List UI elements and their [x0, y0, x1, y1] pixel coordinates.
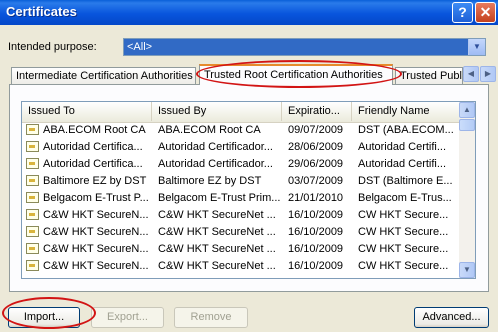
scroll-thumb[interactable] [459, 119, 475, 131]
certificate-icon [26, 175, 39, 186]
friendly-name-cell: Autoridad Certifi... [358, 141, 447, 153]
certificate-icon [26, 158, 39, 169]
friendly-name-cell: DST (Baltimore E... [358, 175, 453, 187]
expiration-cell: 29/06/2009 [288, 158, 344, 170]
expiration-cell: 16/10/2009 [288, 243, 344, 255]
friendly-name-cell: CW HKT Secure... [358, 226, 449, 238]
issued-to-cell: ABA.ECOM Root CA [43, 124, 146, 136]
column-friendly-name[interactable]: Friendly Name [352, 102, 460, 121]
expiration-cell: 09/07/2009 [288, 124, 344, 136]
highlight-oval-import [2, 297, 96, 329]
column-issued-to[interactable]: Issued To [22, 102, 152, 121]
scroll-up-button[interactable]: ▲ [459, 102, 475, 118]
expiration-cell: 16/10/2009 [288, 209, 344, 221]
expiration-cell: 21/01/2010 [288, 192, 344, 204]
vertical-scrollbar[interactable]: ▲ ▼ [459, 102, 475, 278]
tab-scroll-left-button[interactable]: ◀ [463, 66, 479, 82]
remove-button[interactable]: Remove [174, 307, 248, 328]
table-row[interactable]: Baltimore EZ by DST Baltimore EZ by DST … [22, 173, 460, 189]
issued-by-cell: Belgacom E-Trust Prim... [158, 192, 280, 204]
table-row[interactable]: C&W HKT SecureN... C&W HKT SecureNet ...… [22, 207, 460, 223]
highlight-oval-trusted-root [196, 60, 402, 88]
window-title: Certificates [6, 4, 77, 19]
issued-by-cell: Autoridad Certificador... [158, 141, 273, 153]
issued-to-cell: C&W HKT SecureN... [43, 243, 149, 255]
table-row[interactable]: ABA.ECOM Root CA ABA.ECOM Root CA 09/07/… [22, 122, 460, 138]
table-row[interactable]: Autoridad Certifica... Autoridad Certifi… [22, 156, 460, 172]
issued-to-cell: Belgacom E-Trust P... [43, 192, 149, 204]
intended-purpose-value: <All> [127, 41, 153, 53]
title-bar: Certificates ? ✕ [0, 0, 498, 25]
export-button[interactable]: Export... [91, 307, 164, 328]
tab-trusted-publishers[interactable]: Trusted Publishers [395, 67, 463, 85]
issued-by-cell: Autoridad Certificador... [158, 158, 273, 170]
certificate-icon [26, 141, 39, 152]
issued-by-cell: C&W HKT SecureNet ... [158, 243, 276, 255]
tab-intermediate-ca[interactable]: Intermediate Certification Authorities [11, 67, 196, 85]
table-row[interactable]: C&W HKT SecureN... C&W HKT SecureNet ...… [22, 258, 460, 274]
expiration-cell: 16/10/2009 [288, 226, 344, 238]
issued-to-cell: Baltimore EZ by DST [43, 175, 147, 187]
help-button[interactable]: ? [452, 2, 473, 23]
certificate-icon [26, 209, 39, 220]
friendly-name-cell: CW HKT Secure... [358, 243, 449, 255]
list-header: Issued To Issued By Expiratio... Friendl… [22, 102, 460, 123]
column-issued-by[interactable]: Issued By [152, 102, 282, 121]
tab-scroll-right-button[interactable]: ▶ [480, 66, 496, 82]
friendly-name-cell: CW HKT Secure... [358, 260, 449, 272]
certificate-icon [26, 124, 39, 135]
issued-by-cell: Baltimore EZ by DST [158, 175, 262, 187]
expiration-cell: 16/10/2009 [288, 260, 344, 272]
issued-to-cell: C&W HKT SecureN... [43, 226, 149, 238]
certificate-list[interactable]: Issued To Issued By Expiratio... Friendl… [21, 101, 476, 279]
column-expiration[interactable]: Expiratio... [282, 102, 352, 121]
issued-by-cell: C&W HKT SecureNet ... [158, 209, 276, 221]
scroll-down-button[interactable]: ▼ [459, 262, 475, 278]
table-row[interactable]: C&W HKT SecureN... C&W HKT SecureNet ...… [22, 224, 460, 240]
issued-to-cell: Autoridad Certifica... [43, 141, 143, 153]
friendly-name-cell: Autoridad Certifi... [358, 158, 447, 170]
expiration-cell: 03/07/2009 [288, 175, 344, 187]
issued-by-cell: ABA.ECOM Root CA [158, 124, 261, 136]
advanced-button[interactable]: Advanced... [414, 307, 489, 328]
issued-by-cell: C&W HKT SecureNet ... [158, 260, 276, 272]
friendly-name-cell: CW HKT Secure... [358, 209, 449, 221]
issued-to-cell: Autoridad Certifica... [43, 158, 143, 170]
table-row[interactable]: Autoridad Certifica... Autoridad Certifi… [22, 139, 460, 155]
certificate-icon [26, 226, 39, 237]
chevron-down-icon[interactable]: ▼ [468, 39, 485, 55]
certificate-icon [26, 260, 39, 271]
certificate-icon [26, 243, 39, 254]
table-row[interactable]: Belgacom E-Trust P... Belgacom E-Trust P… [22, 190, 460, 206]
issued-by-cell: C&W HKT SecureNet ... [158, 226, 276, 238]
expiration-cell: 28/06/2009 [288, 141, 344, 153]
intended-purpose-label: Intended purpose: [8, 41, 97, 53]
table-row[interactable]: C&W HKT SecureN... C&W HKT SecureNet ...… [22, 241, 460, 257]
friendly-name-cell: DST (ABA.ECOM... [358, 124, 454, 136]
intended-purpose-dropdown[interactable]: <All> ▼ [123, 38, 486, 56]
certificate-icon [26, 192, 39, 203]
close-button[interactable]: ✕ [475, 2, 496, 23]
issued-to-cell: C&W HKT SecureN... [43, 260, 149, 272]
issued-to-cell: C&W HKT SecureN... [43, 209, 149, 221]
friendly-name-cell: Belgacom E-Trus... [358, 192, 452, 204]
